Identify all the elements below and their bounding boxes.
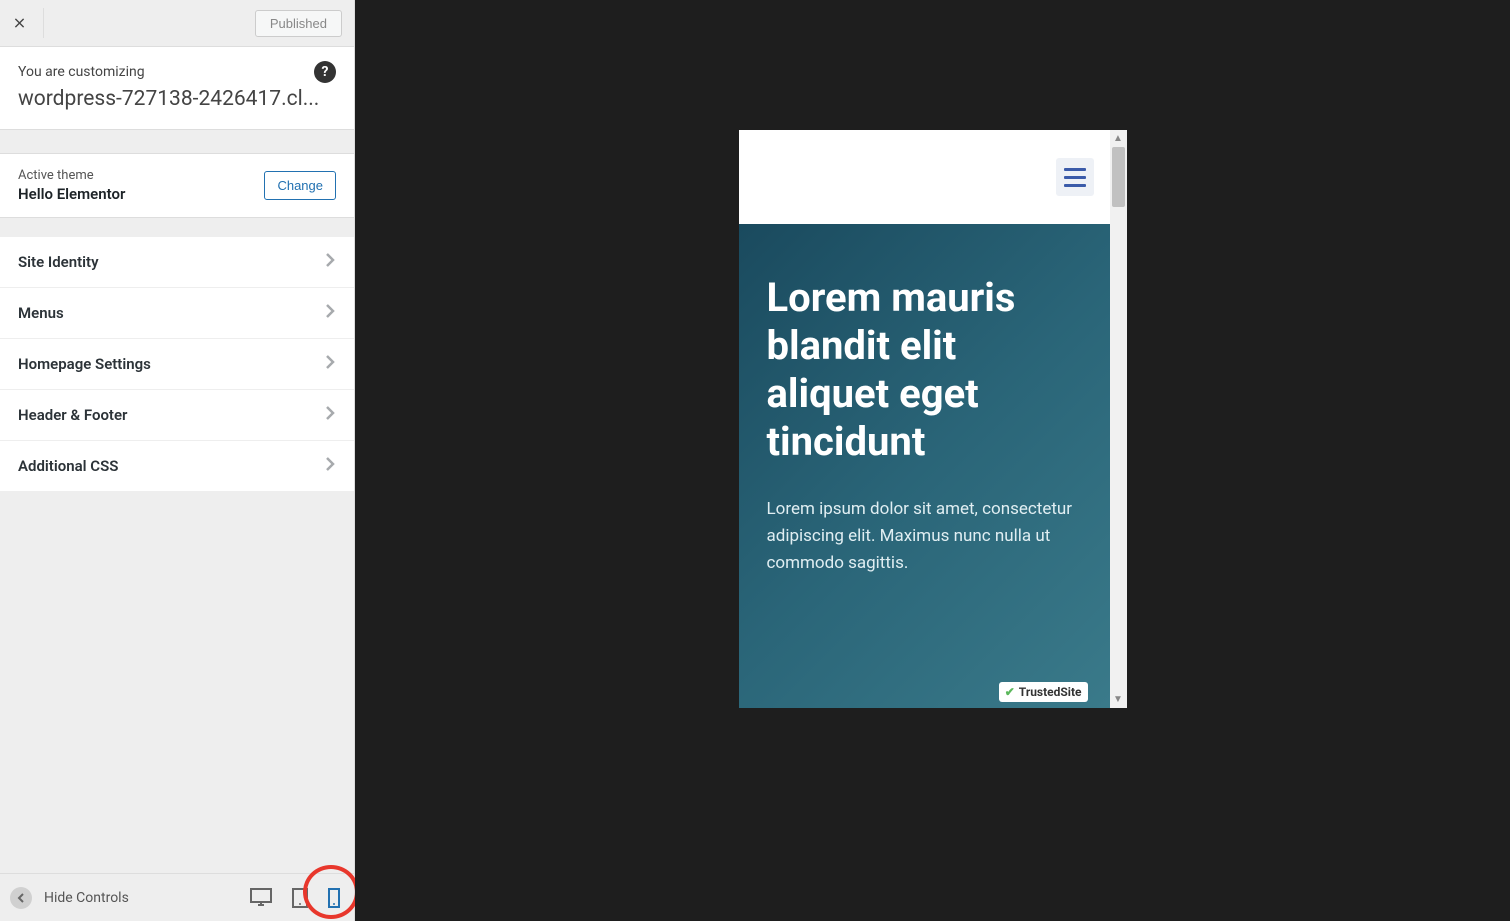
mobile-header [739, 130, 1110, 224]
hide-controls-label: Hide Controls [44, 890, 129, 906]
theme-panel: Active theme Hello Elementor Change [0, 153, 354, 218]
chevron-right-icon [324, 252, 336, 272]
chevron-right-icon [324, 354, 336, 374]
help-icon[interactable]: ? [314, 61, 336, 83]
hamburger-icon [1064, 168, 1086, 171]
section-list: Site Identity Menus Homepage Settings He… [0, 237, 354, 492]
hamburger-menu-button[interactable] [1056, 158, 1094, 196]
customizer-sidebar: Published You are customizing ? wordpres… [0, 0, 355, 921]
section-homepage-settings[interactable]: Homepage Settings [0, 339, 354, 390]
sidebar-footer: Hide Controls [0, 873, 354, 921]
trusted-label: TrustedSite [1019, 685, 1082, 699]
trusted-site-badge[interactable]: ✔ TrustedSite [999, 682, 1088, 702]
change-theme-button[interactable]: Change [264, 171, 336, 200]
mobile-content: Lorem mauris blandit elit aliquet eget t… [739, 130, 1110, 708]
mobile-icon [328, 888, 340, 908]
active-theme-label: Active theme [18, 168, 125, 183]
scrollbar[interactable]: ▲ ▼ [1110, 130, 1127, 708]
hero-section: Lorem mauris blandit elit aliquet eget t… [739, 224, 1110, 708]
section-label: Additional CSS [18, 457, 118, 475]
chevron-right-icon [324, 405, 336, 425]
tablet-icon [292, 888, 308, 908]
check-icon: ✔ [1005, 685, 1015, 699]
mobile-preview-frame: Lorem mauris blandit elit aliquet eget t… [739, 130, 1127, 708]
chevron-right-icon [324, 303, 336, 323]
close-button[interactable] [14, 8, 44, 38]
scroll-up-arrow[interactable]: ▲ [1110, 130, 1127, 147]
published-button[interactable]: Published [255, 10, 342, 37]
section-label: Homepage Settings [18, 355, 151, 373]
chevron-right-icon [324, 456, 336, 476]
section-additional-css[interactable]: Additional CSS [0, 441, 354, 492]
device-buttons [250, 888, 340, 908]
customizing-panel: You are customizing ? wordpress-727138-2… [0, 47, 354, 130]
sidebar-header: Published [0, 0, 354, 47]
preview-area: Lorem mauris blandit elit aliquet eget t… [355, 0, 1510, 921]
section-site-identity[interactable]: Site Identity [0, 237, 354, 288]
hero-text: Lorem ipsum dolor sit amet, consectetur … [767, 496, 1082, 578]
collapse-icon [10, 887, 32, 909]
device-mobile-button[interactable] [328, 888, 340, 908]
theme-name: Hello Elementor [18, 185, 125, 203]
hide-controls-button[interactable]: Hide Controls [10, 887, 129, 909]
scroll-down-arrow[interactable]: ▼ [1110, 691, 1127, 708]
hero-title: Lorem mauris blandit elit aliquet eget t… [767, 274, 1082, 466]
section-label: Menus [18, 304, 64, 322]
section-menus[interactable]: Menus [0, 288, 354, 339]
section-label: Site Identity [18, 253, 99, 271]
section-header-footer[interactable]: Header & Footer [0, 390, 354, 441]
section-label: Header & Footer [18, 406, 127, 424]
close-icon [14, 15, 25, 31]
desktop-icon [250, 888, 272, 908]
site-name: wordpress-727138-2426417.cl... [18, 87, 336, 111]
device-tablet-button[interactable] [292, 888, 308, 908]
device-desktop-button[interactable] [250, 888, 272, 908]
scroll-thumb[interactable] [1112, 147, 1125, 207]
customizing-label: You are customizing [18, 64, 145, 80]
scroll-track[interactable] [1110, 147, 1127, 691]
